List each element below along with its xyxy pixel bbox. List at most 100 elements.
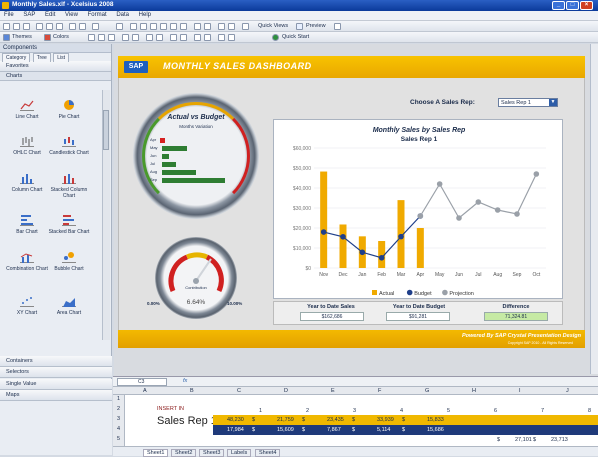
paste-icon[interactable] — [56, 23, 63, 30]
sales-rep-dropdown[interactable]: Sales Rep 1 ▼ — [498, 98, 558, 107]
column-header[interactable]: F — [378, 388, 381, 394]
sheet-tab[interactable]: Sheet1 — [143, 449, 169, 457]
menu-edit[interactable]: Edit — [41, 11, 59, 19]
space-vertical-icon[interactable] — [180, 34, 187, 41]
sheet-tab[interactable]: Sheet2 — [171, 449, 197, 457]
bring-front-icon[interactable] — [218, 23, 225, 30]
cell[interactable]: $ — [302, 417, 305, 423]
canvas-scrollbar[interactable] — [590, 44, 598, 374]
cell[interactable]: $ — [302, 427, 305, 433]
underline-icon[interactable] — [108, 34, 115, 41]
column-header[interactable]: D — [284, 388, 288, 394]
cell[interactable]: $ — [352, 427, 355, 433]
align-right-icon[interactable] — [150, 23, 157, 30]
component-candlestick-chart[interactable]: Candlestick Chart — [44, 135, 94, 156]
cell[interactable]: 15,686 — [427, 427, 444, 433]
cell[interactable]: 23,713 — [551, 437, 568, 443]
section-maps[interactable]: Maps — [0, 390, 112, 401]
cell[interactable]: $ — [533, 437, 536, 443]
pointer-icon[interactable] — [116, 23, 123, 30]
component-bubble-chart[interactable]: Bubble Chart — [44, 251, 94, 272]
cell[interactable]: $ — [402, 427, 405, 433]
column-header[interactable]: G — [425, 388, 429, 394]
themes-button[interactable]: Themes — [12, 34, 32, 40]
cell[interactable]: $ — [352, 417, 355, 423]
undo-icon[interactable] — [69, 23, 76, 30]
import-icon[interactable] — [242, 23, 249, 30]
preview-button[interactable]: Preview — [306, 23, 326, 29]
menu-help[interactable]: Help — [135, 11, 155, 19]
cell[interactable]: 2 — [306, 408, 309, 414]
grid-icon[interactable] — [122, 34, 129, 41]
cell[interactable]: 3 — [353, 408, 356, 414]
column-header[interactable]: H — [472, 388, 476, 394]
align-top-icon[interactable] — [160, 23, 167, 30]
cell[interactable]: 15,609 — [277, 427, 294, 433]
menu-data[interactable]: Data — [112, 11, 133, 19]
components-scrollbar[interactable] — [102, 90, 110, 340]
group-icon[interactable] — [194, 23, 201, 30]
section-selectors[interactable]: Selectors — [0, 367, 112, 378]
center-vertical-icon[interactable] — [204, 34, 211, 41]
column-header[interactable]: A — [143, 388, 147, 394]
export-icon[interactable] — [334, 23, 341, 30]
menu-file[interactable]: File — [0, 11, 18, 19]
copy-icon[interactable] — [46, 23, 53, 30]
tab-category[interactable]: Category — [2, 53, 31, 62]
ungroup-icon[interactable] — [204, 23, 211, 30]
column-header[interactable]: E — [331, 388, 335, 394]
redo-icon[interactable] — [79, 23, 86, 30]
menu-format[interactable]: Format — [84, 11, 111, 19]
open-icon[interactable] — [13, 23, 20, 30]
colors-button[interactable]: Colors — [53, 34, 69, 40]
cell[interactable]: $ — [252, 427, 255, 433]
cell[interactable]: 4 — [400, 408, 403, 414]
cell[interactable]: 33,939 — [377, 417, 394, 423]
minimize-button[interactable]: _ — [552, 1, 565, 10]
zoom-out-icon[interactable] — [228, 34, 235, 41]
italic-icon[interactable] — [98, 34, 105, 41]
cell[interactable]: 17,984 — [227, 427, 244, 433]
quick-views-button[interactable]: Quick Views — [258, 23, 288, 29]
column-header[interactable]: B — [190, 388, 194, 394]
menu-sap[interactable]: SAP — [19, 11, 39, 19]
name-box[interactable]: C3 — [117, 378, 167, 386]
size-height-icon[interactable] — [156, 34, 163, 41]
cell[interactable]: 21,759 — [277, 417, 294, 423]
sheet-tab[interactable]: Sheet4 — [255, 449, 281, 457]
cut-icon[interactable] — [36, 23, 43, 30]
cell[interactable]: $ — [252, 417, 255, 423]
space-horizontal-icon[interactable] — [170, 34, 177, 41]
cell[interactable]: 23,435 — [327, 417, 344, 423]
size-width-icon[interactable] — [146, 34, 153, 41]
tab-list[interactable]: List — [53, 53, 69, 62]
menu-view[interactable]: View — [61, 11, 82, 19]
snap-icon[interactable] — [132, 34, 139, 41]
insert-in-cell[interactable]: INSERT IN — [157, 406, 184, 412]
cell[interactable]: 1 — [259, 408, 262, 414]
cell[interactable]: 27,101 — [515, 437, 532, 443]
cell[interactable]: 7 — [541, 408, 544, 414]
cell[interactable]: 6 — [494, 408, 497, 414]
send-back-icon[interactable] — [228, 23, 235, 30]
tab-tree[interactable]: Tree — [32, 53, 51, 62]
align-center-icon[interactable] — [140, 23, 147, 30]
close-button[interactable]: × — [580, 1, 593, 10]
cell[interactable]: $ — [497, 437, 500, 443]
center-horizontal-icon[interactable] — [194, 34, 201, 41]
column-header[interactable]: C — [237, 388, 241, 394]
cell[interactable]: 48,230 — [227, 417, 244, 423]
column-header[interactable]: J — [566, 388, 569, 394]
section-charts[interactable]: Charts — [0, 72, 111, 81]
section-favorites[interactable]: Favorites — [0, 61, 111, 72]
cell[interactable]: 8 — [588, 408, 591, 414]
sheet-tab[interactable]: Labels — [227, 449, 252, 457]
delete-icon[interactable] — [92, 23, 99, 30]
quick-start-button[interactable]: Quick Start — [282, 34, 309, 40]
component-pie-chart[interactable]: Pie Chart — [44, 99, 94, 120]
cell[interactable]: $ — [402, 417, 405, 423]
bold-icon[interactable] — [88, 34, 95, 41]
align-left-icon[interactable] — [130, 23, 137, 30]
section-containers[interactable]: Containers — [0, 356, 112, 367]
chevron-down-icon[interactable]: ▼ — [549, 99, 557, 106]
